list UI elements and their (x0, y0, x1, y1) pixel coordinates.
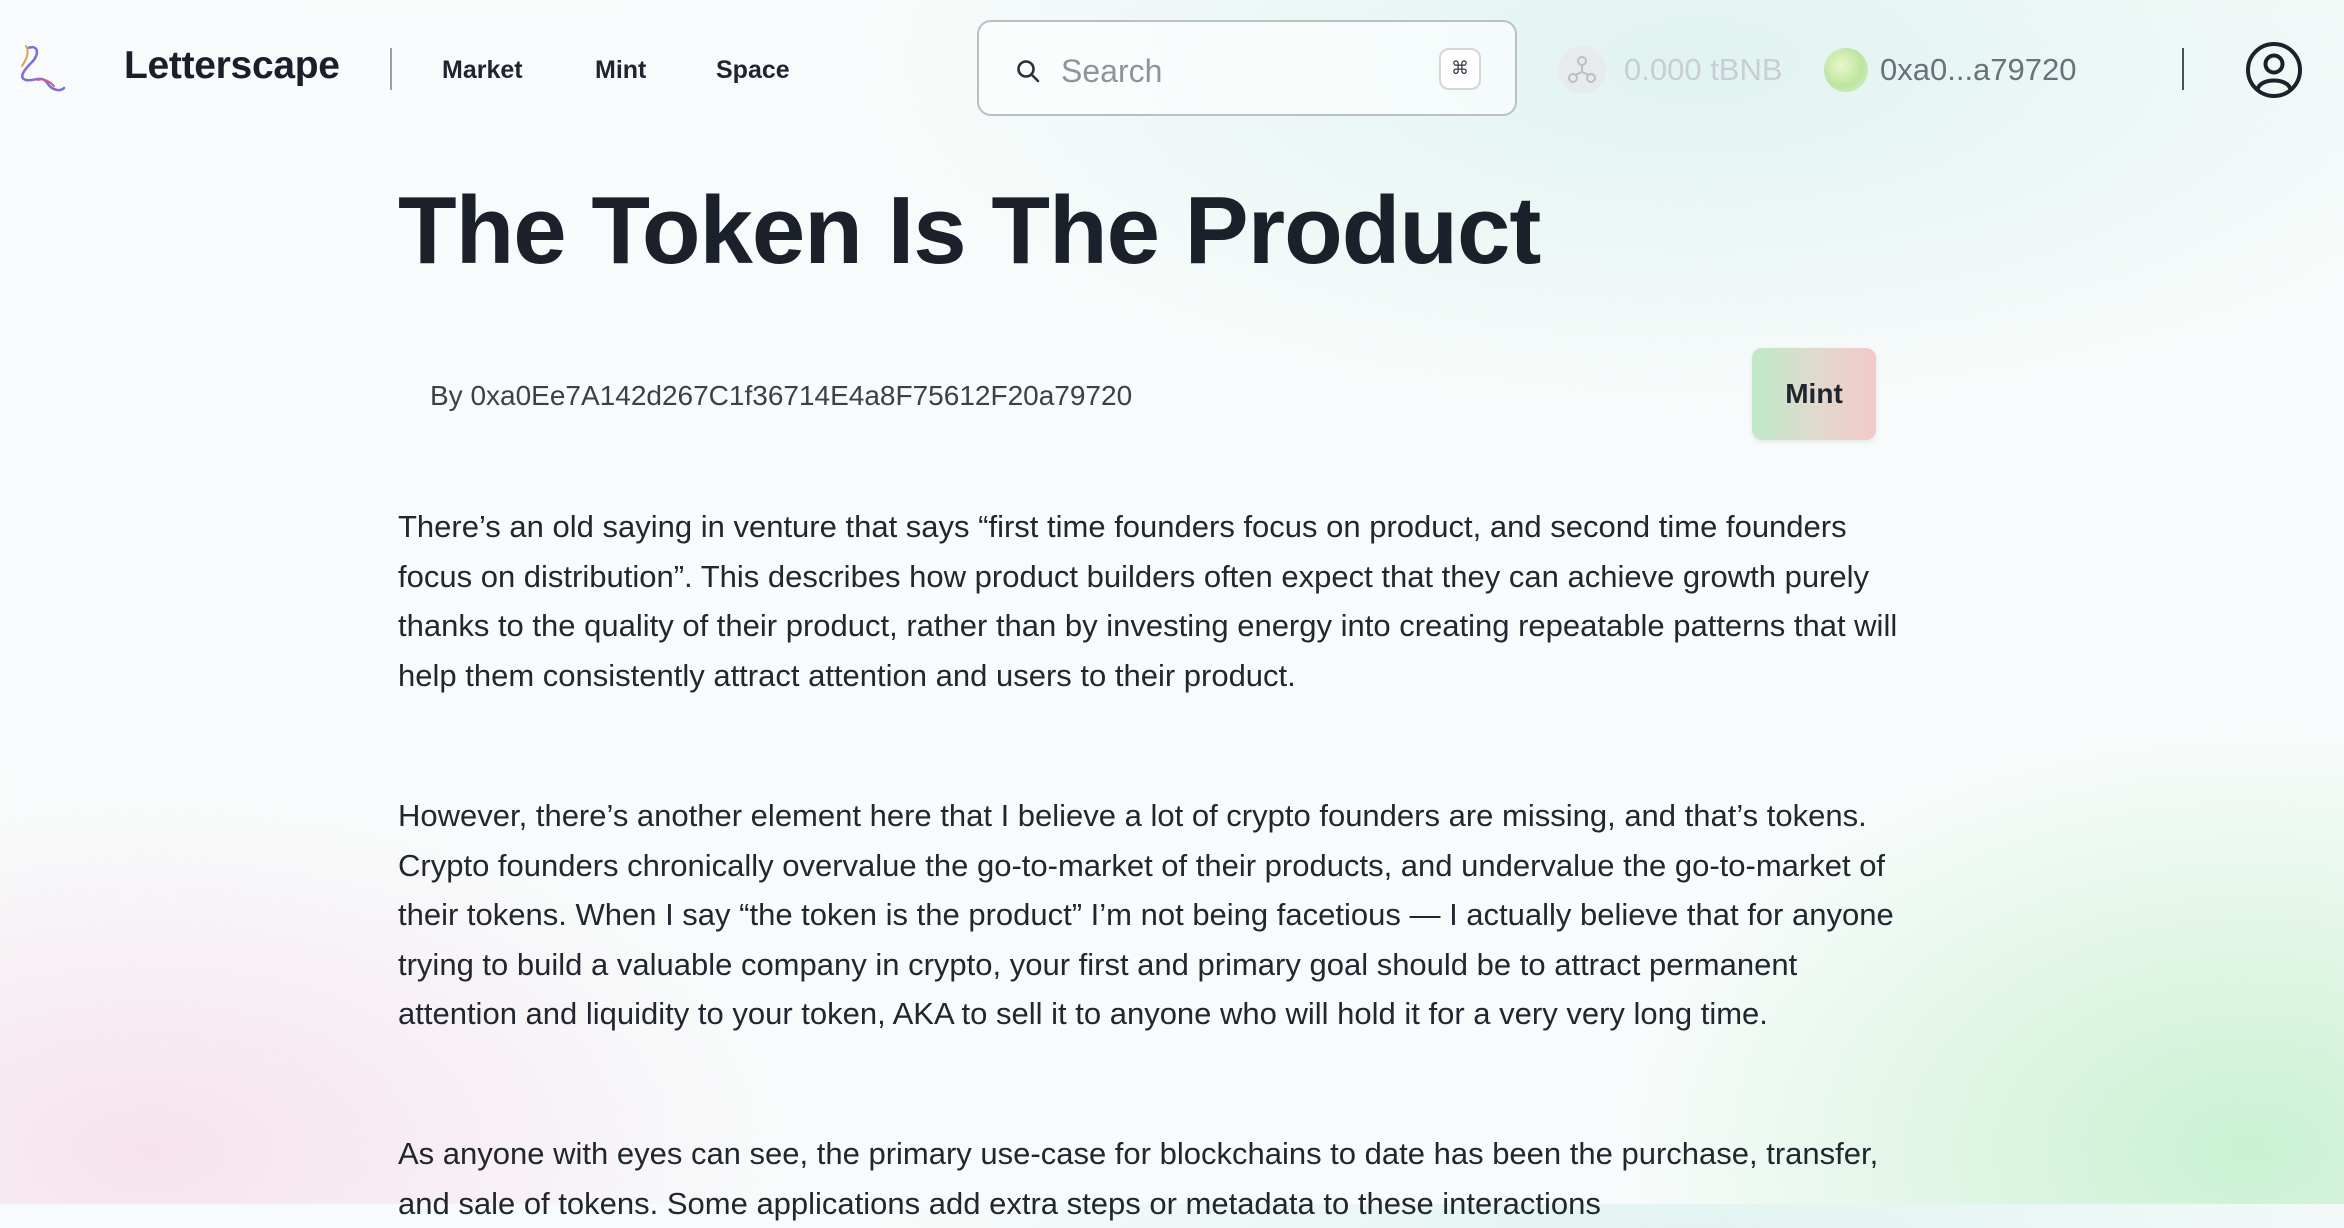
account-icon[interactable] (2244, 40, 2304, 100)
header-divider (2182, 48, 2184, 90)
author-byline: By 0xa0Ee7A142d267C1f36714E4a8F75612F20a… (430, 380, 1133, 411)
article-title: The Token Is The Product (398, 177, 1541, 284)
network-icon (1558, 46, 1606, 94)
command-shortcut-badge: ⌘ (1439, 48, 1481, 90)
article-paragraph: There’s an old saying in venture that sa… (398, 509, 1898, 693)
nav-mint-link[interactable]: Mint (595, 56, 646, 85)
letterscape-logo-icon[interactable] (8, 40, 68, 100)
search-box[interactable]: ⌘ (977, 20, 1517, 116)
mint-button[interactable]: Mint (1752, 348, 1876, 440)
nav-space-link[interactable]: Space (716, 56, 790, 85)
brand-name[interactable]: Letterscape (124, 44, 340, 88)
search-input[interactable] (1059, 48, 1423, 94)
wallet-avatar-icon (1824, 48, 1868, 92)
nav-market-link[interactable]: Market (442, 56, 523, 85)
brand-divider (390, 48, 392, 90)
wallet-address[interactable]: 0xa0...a79720 (1880, 52, 2077, 88)
search-icon (1017, 60, 1040, 83)
article-paragraph: However, there’s another element here th… (398, 798, 1894, 1031)
token-balance: 0.000 tBNB (1624, 52, 1783, 87)
article-paragraph: As anyone with eyes can see, the primary… (398, 1136, 1879, 1221)
